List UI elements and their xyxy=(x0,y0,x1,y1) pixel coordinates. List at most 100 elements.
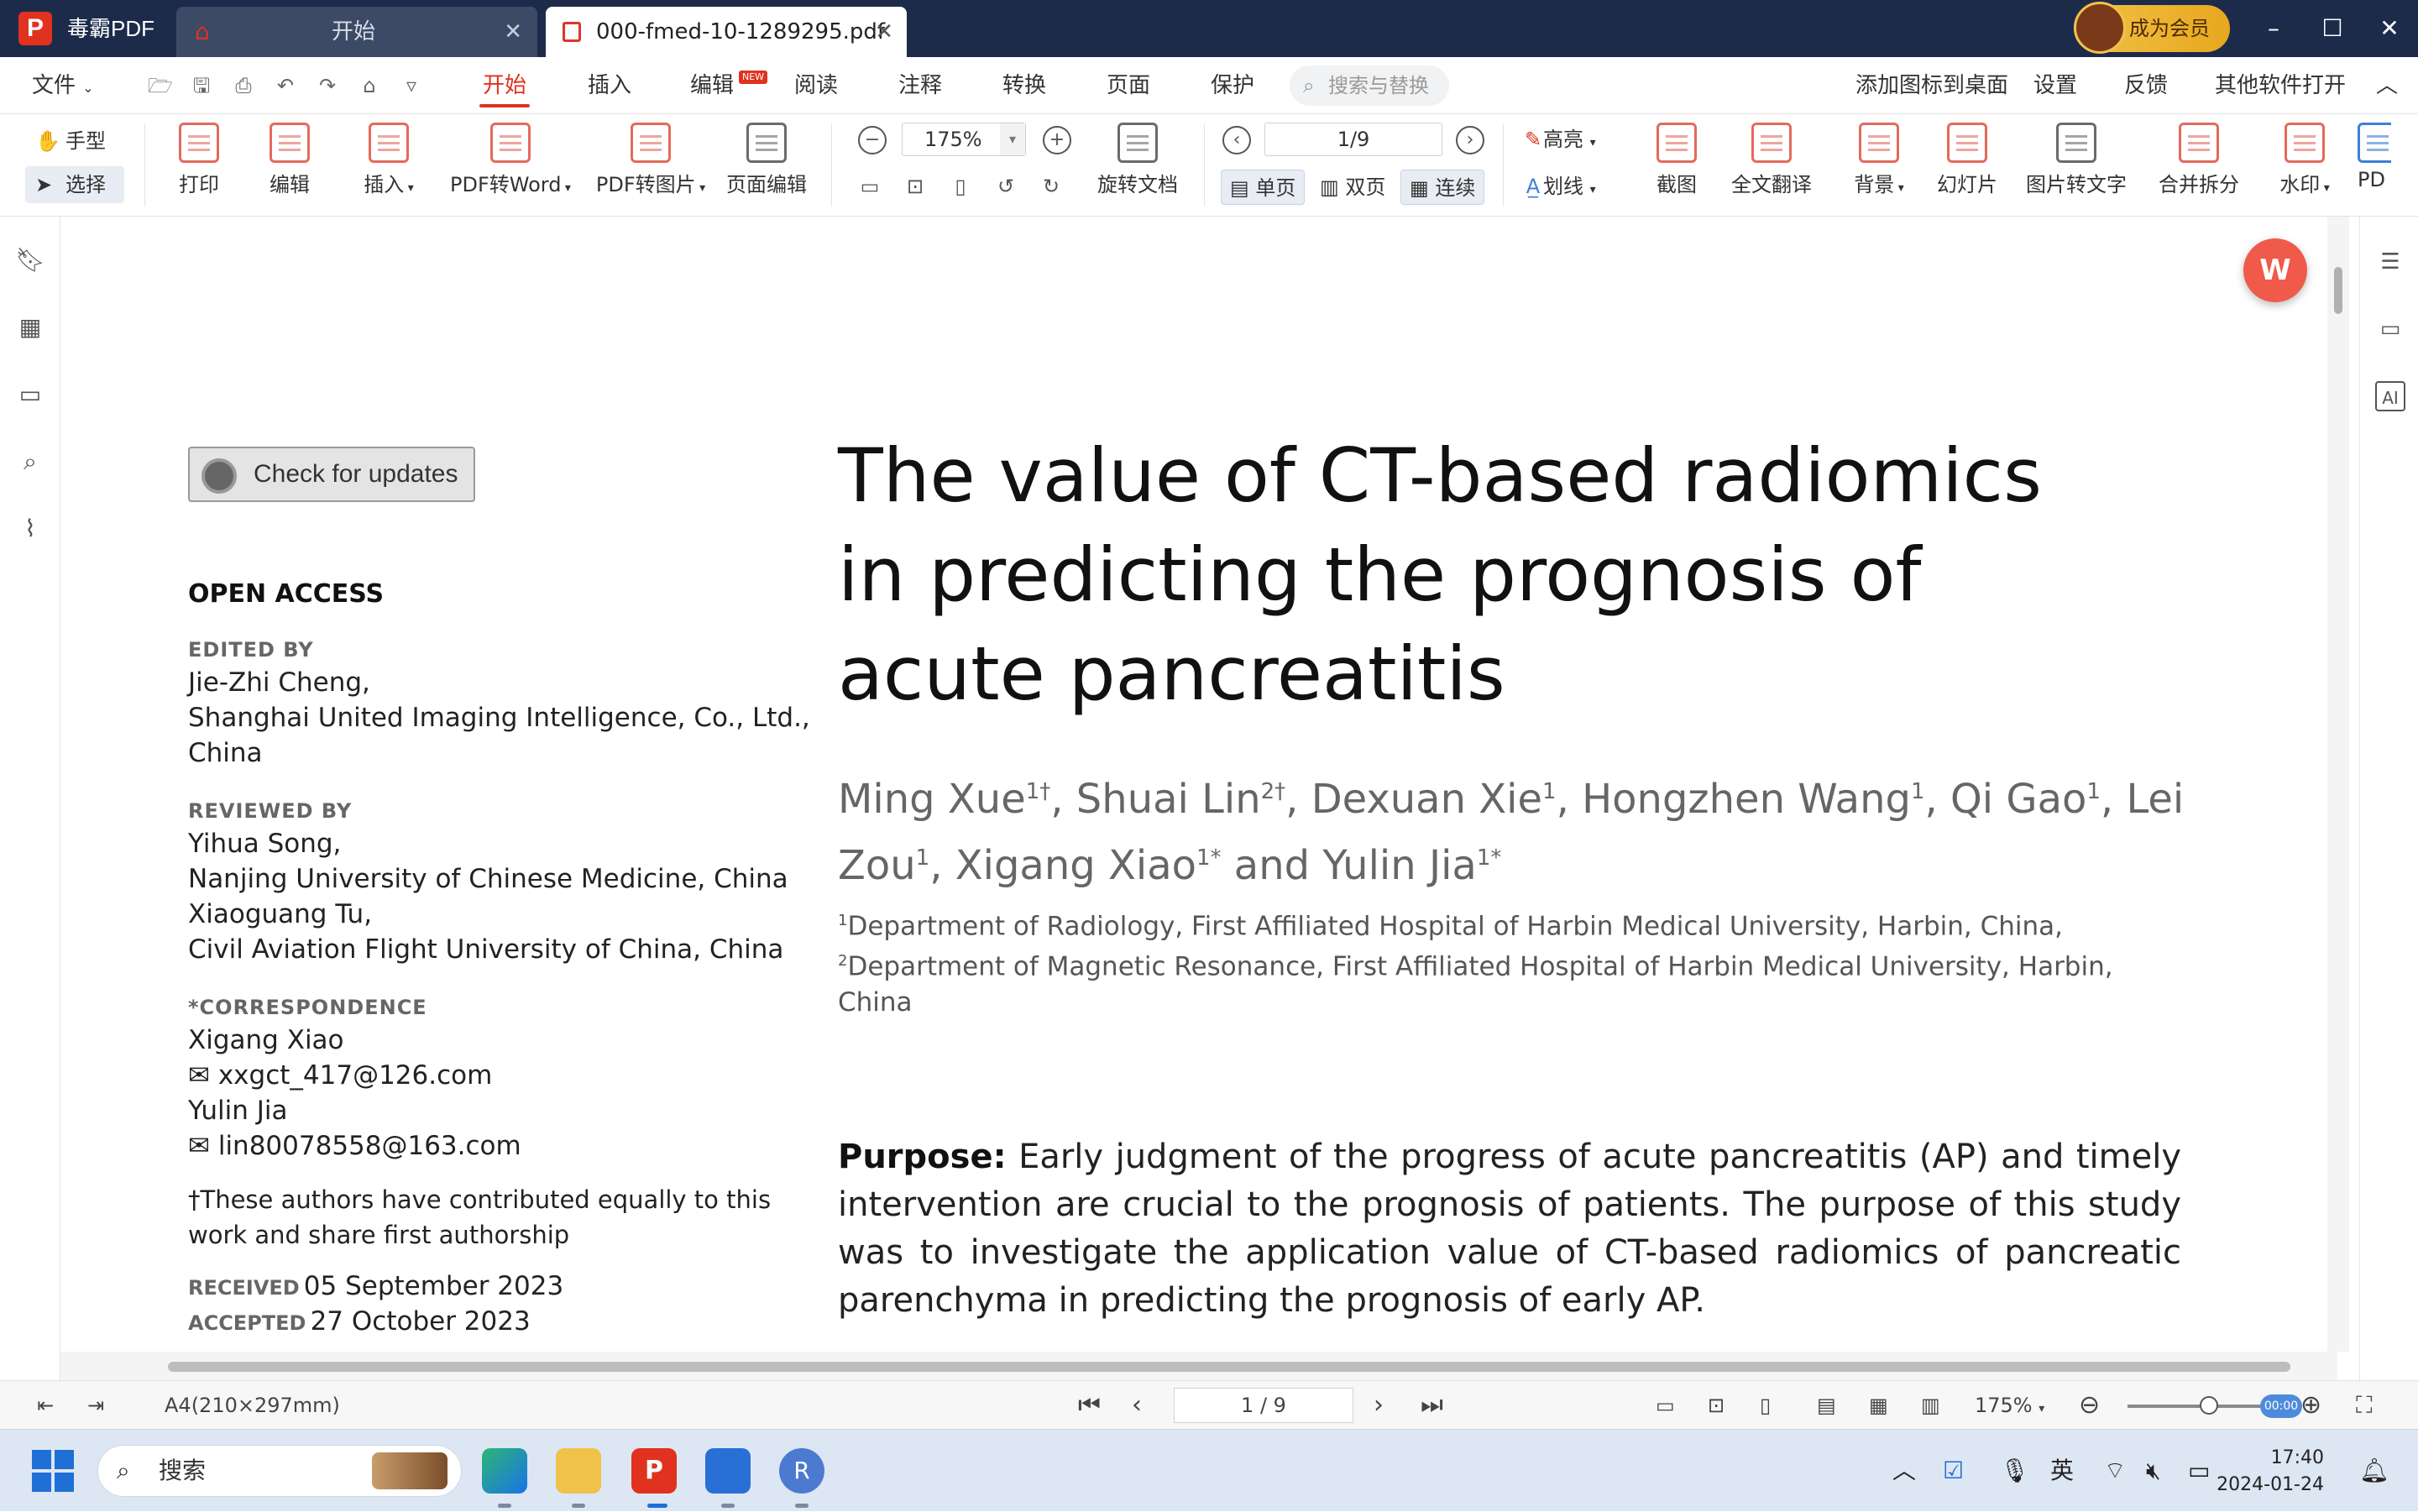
tray-overflow-icon[interactable]: ︿ xyxy=(1892,1430,1916,1512)
r-app-icon[interactable]: R xyxy=(779,1448,824,1494)
tab-home[interactable]: ⌂ 开始 ✕ xyxy=(176,7,537,57)
file-menu[interactable]: 文件 ⌄ xyxy=(32,57,94,117)
correspondence-email[interactable]: ✉ lin80078558@163.com xyxy=(188,1128,521,1164)
strikeline-button[interactable]: A̲ 划线 ▾ xyxy=(1523,170,1596,207)
edge-icon[interactable] xyxy=(482,1448,527,1494)
menu-start[interactable]: 开始 xyxy=(479,57,531,114)
file-explorer-icon[interactable] xyxy=(556,1448,601,1494)
menu-read[interactable]: 阅读 xyxy=(794,57,838,114)
menu-annotate[interactable]: 注释 xyxy=(898,57,942,114)
fit-page-icon[interactable]: ⊡ xyxy=(905,170,925,203)
system-clock[interactable]: 17:40 2024-01-24 xyxy=(2216,1445,2324,1499)
merge-split-button[interactable]: 合并拆分 xyxy=(2153,123,2245,197)
zoom-out-icon[interactable]: − xyxy=(858,126,887,154)
chat-icon[interactable]: ▭ xyxy=(2375,314,2405,344)
document-viewport[interactable]: Check for updates OPEN ACCESS EDITED BY … xyxy=(60,217,2337,1352)
open-with-other-button[interactable]: 其他软件打开 xyxy=(2215,57,2346,114)
zoom-slider-handle[interactable] xyxy=(2200,1396,2218,1415)
notifications-icon[interactable]: 🔔︎ xyxy=(2359,1430,2389,1512)
check-for-updates-button[interactable]: Check for updates xyxy=(188,447,475,502)
ime-indicator[interactable]: 英 xyxy=(2050,1430,2074,1512)
search-replace-input[interactable]: ⌕ 搜索与替换 xyxy=(1290,65,1449,106)
full-translate-button[interactable]: 全文翻译 xyxy=(1723,123,1820,197)
taskbar-search-input[interactable]: ⌕ 搜索 xyxy=(97,1445,462,1497)
horizontal-scrollbar[interactable] xyxy=(60,1352,2337,1380)
slideshow-button[interactable]: 幻灯片 xyxy=(1936,123,1998,197)
add-desktop-icon-button[interactable]: 添加图标到桌面 xyxy=(1855,57,2008,114)
settings-button[interactable]: 设置 xyxy=(2033,57,2077,114)
notepad-icon[interactable] xyxy=(705,1448,751,1494)
highlight-button[interactable]: ✎高亮 ▾ xyxy=(1523,123,1596,160)
zoom-dropdown[interactable]: 175% ▾ xyxy=(1975,1381,2044,1433)
undo-icon[interactable]: ↶ xyxy=(274,74,297,97)
pdf-to-word-button[interactable]: PDF转Word ▾ xyxy=(443,123,578,197)
menu-protect[interactable]: 保护 xyxy=(1211,57,1254,114)
next-page-icon[interactable]: › xyxy=(1374,1381,1384,1430)
ai-icon[interactable]: AI xyxy=(2375,381,2405,411)
collapse-ribbon-icon[interactable]: ︿ xyxy=(2376,57,2398,114)
zoom-in-icon[interactable]: + xyxy=(1043,126,1071,154)
page-number-field[interactable]: 1 / 9 xyxy=(1174,1388,1353,1423)
volume-muted-icon[interactable]: 🔇︎ xyxy=(2146,1430,2161,1512)
pdf-app-icon[interactable]: P xyxy=(631,1448,677,1494)
minimize-button[interactable]: – xyxy=(2243,0,2304,57)
windows-start-button[interactable] xyxy=(32,1450,74,1492)
close-icon[interactable]: ✕ xyxy=(875,7,893,57)
single-page-button[interactable]: ▤ 单页 xyxy=(1221,170,1306,205)
correspondence-email[interactable]: ✉ xxgct_417@126.com xyxy=(188,1058,492,1093)
double-page-icon[interactable]: ▥ xyxy=(1921,1381,1940,1430)
tab-document[interactable]: 000-fmed-10-1289295.pdf ✕ xyxy=(546,7,907,57)
menu-page[interactable]: 页面 xyxy=(1107,57,1150,114)
customize-dropdown-icon[interactable]: ▿ xyxy=(400,74,423,97)
edit-button[interactable]: 编辑 xyxy=(264,123,316,197)
zoom-select[interactable]: 175% ▾ xyxy=(902,123,1026,156)
comments-icon[interactable]: ▭ xyxy=(15,379,45,410)
background-button[interactable]: 背景 ▾ xyxy=(1839,123,1919,197)
bookmark-icon[interactable]: 🔖︎ xyxy=(15,245,45,275)
scrollbar-thumb[interactable] xyxy=(2334,267,2342,314)
scrollbar-thumb[interactable] xyxy=(168,1362,2290,1372)
home-icon[interactable]: ⌂ xyxy=(358,74,381,97)
panel-toggle-icon[interactable]: ⇥ xyxy=(87,1381,104,1430)
hand-tool-button[interactable]: ✋ 手型 xyxy=(25,123,124,160)
print-icon[interactable]: ⎙ xyxy=(232,74,255,97)
continuous-button[interactable]: ▦ 连续 xyxy=(1400,170,1485,205)
next-page-icon[interactable]: › xyxy=(1456,126,1484,154)
menu-edit[interactable]: 编辑 xyxy=(690,57,734,114)
properties-sliders-icon[interactable]: ☰ xyxy=(2375,247,2405,277)
previous-page-icon[interactable]: ‹ xyxy=(1222,126,1251,154)
zoom-in-icon[interactable]: ⊕ xyxy=(2300,1381,2321,1430)
feedback-button[interactable]: 反馈 xyxy=(2124,57,2168,114)
actual-size-icon[interactable]: ▭ xyxy=(1656,1381,1675,1430)
search-icon[interactable]: ⌕ xyxy=(15,447,45,477)
continuous-icon[interactable]: ▦ xyxy=(1869,1381,1888,1430)
open-folder-icon[interactable]: 🗁 xyxy=(148,74,173,97)
fit-page-icon[interactable]: ⊡ xyxy=(1708,1381,1725,1430)
close-window-button[interactable]: ✕ xyxy=(2359,0,2418,57)
zoom-out-icon[interactable]: ⊖ xyxy=(2079,1381,2100,1430)
close-icon[interactable]: ✕ xyxy=(504,7,522,57)
fullscreen-icon[interactable]: ⛶ xyxy=(2356,1381,2373,1430)
rotate-document-button[interactable]: 旋转文档 xyxy=(1091,123,1184,197)
pdf-to-image-button[interactable]: PDF转图片 ▾ xyxy=(588,123,714,197)
screenshot-button[interactable]: 截图 xyxy=(1651,123,1703,197)
double-page-button[interactable]: ▥ 双页 xyxy=(1311,170,1394,205)
maximize-button[interactable]: ☐ xyxy=(2302,0,2363,57)
select-tool-button[interactable]: ➤ 选择 xyxy=(25,166,124,203)
last-page-icon[interactable]: ⏭︎ xyxy=(1421,1381,1443,1430)
rotate-right-icon[interactable]: ↻ xyxy=(1041,170,1061,203)
single-page-icon[interactable]: ▤ xyxy=(1817,1381,1836,1430)
image-to-text-button[interactable]: 图片转文字 xyxy=(2013,123,2139,197)
watermark-button[interactable]: 水印 ▾ xyxy=(2267,123,2342,197)
print-button[interactable]: 打印 xyxy=(173,123,225,197)
save-icon[interactable]: 🖫 xyxy=(190,74,213,97)
menu-convert[interactable]: 转换 xyxy=(1002,57,1046,114)
avatar[interactable] xyxy=(2074,2,2126,54)
security-app-icon[interactable]: ☑ xyxy=(1943,1430,1964,1512)
fit-width-icon[interactable]: ▯ xyxy=(1760,1381,1771,1430)
attachment-icon[interactable]: ⌇ xyxy=(15,514,45,544)
rotate-left-icon[interactable]: ↺ xyxy=(996,170,1016,203)
thumbnails-icon[interactable]: ▦ xyxy=(15,312,45,343)
previous-page-icon[interactable]: ‹ xyxy=(1132,1381,1142,1430)
insert-button[interactable]: 插入 ▾ xyxy=(351,123,427,197)
